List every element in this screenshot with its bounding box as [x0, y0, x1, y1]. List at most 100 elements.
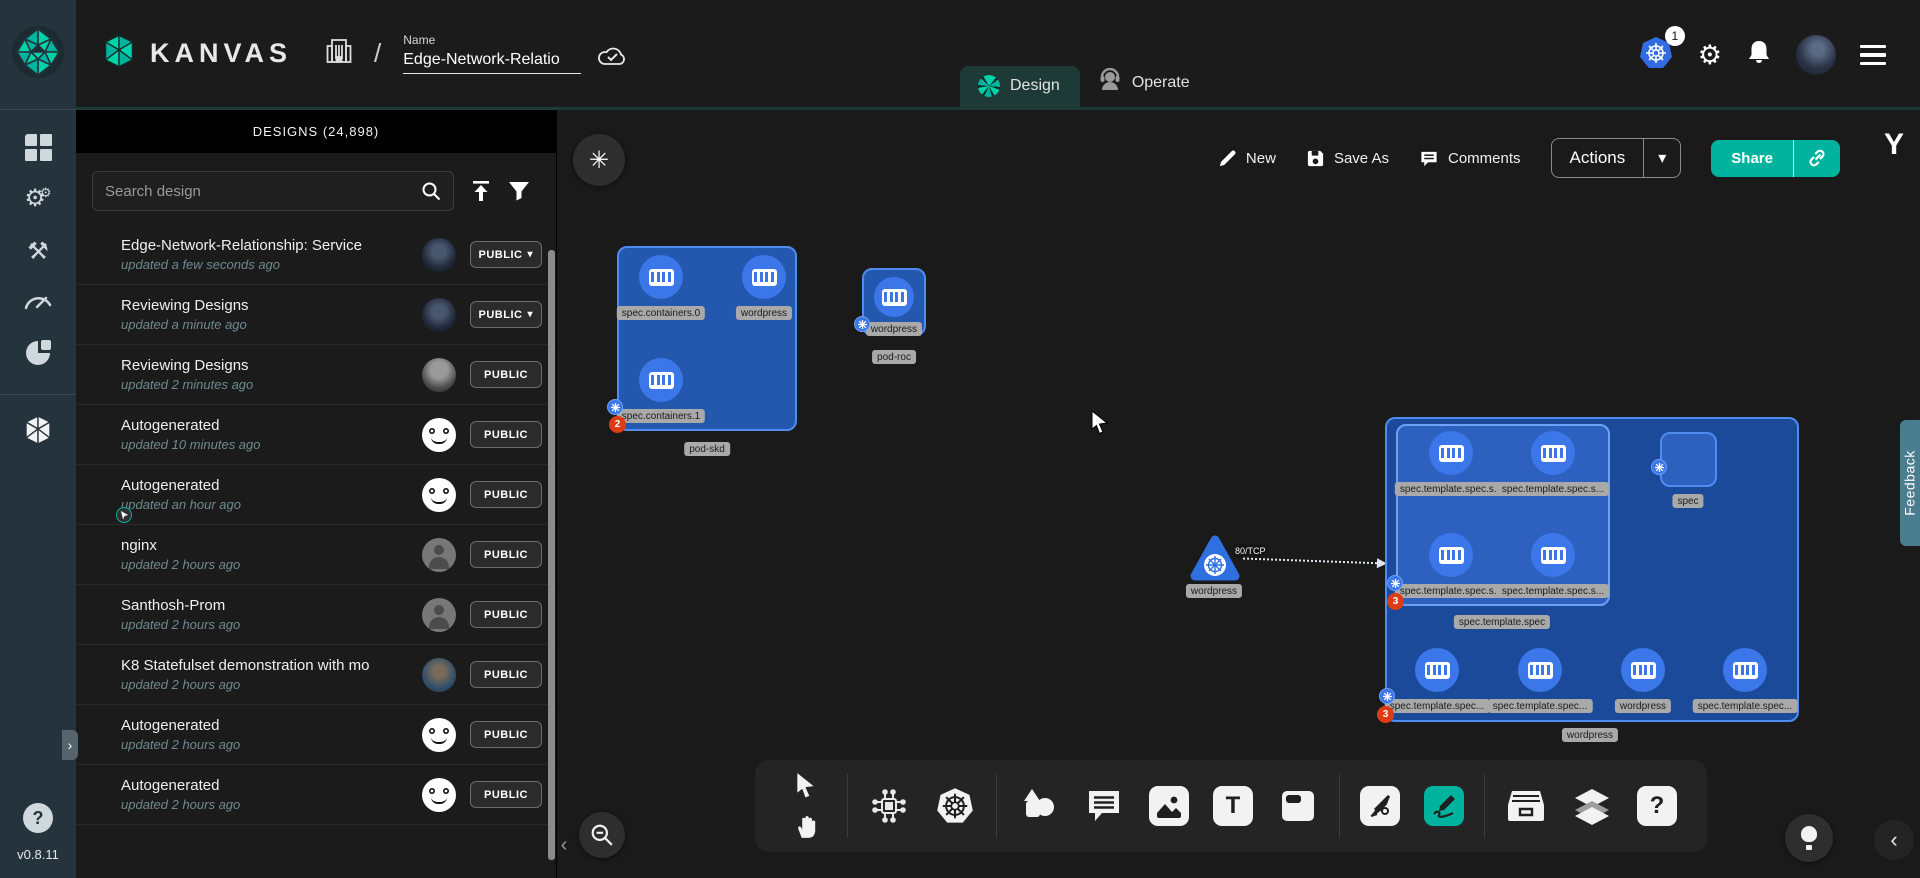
- design-row[interactable]: Santhosh-Prom updated 2 hours ago PUBLIC: [76, 585, 556, 645]
- design-canvas[interactable]: ✳ New Save As Comments: [557, 110, 1920, 878]
- node-container[interactable]: [639, 358, 683, 402]
- node-container[interactable]: [1621, 648, 1665, 692]
- collapse-panel-button[interactable]: ‹: [557, 828, 571, 862]
- help-button[interactable]: ?: [23, 803, 53, 833]
- note-tool-button[interactable]: [1277, 785, 1319, 827]
- design-updated: updated 2 hours ago: [121, 677, 422, 692]
- user-avatar[interactable]: [1796, 35, 1836, 75]
- error-count-badge[interactable]: 3: [1377, 706, 1394, 723]
- node-spec[interactable]: [1660, 432, 1717, 487]
- node-label: wordpress: [736, 306, 792, 320]
- design-title: Autogenerated: [121, 777, 422, 794]
- shapes-tool-button[interactable]: [1017, 785, 1059, 827]
- canvas-tools-toolbar: T: [755, 760, 1707, 852]
- design-row[interactable]: Autogenerated updated 2 hours ago PUBLIC: [76, 765, 556, 825]
- pan-tool-button[interactable]: [785, 812, 827, 842]
- tab-design[interactable]: Design: [960, 66, 1080, 107]
- node-container[interactable]: [874, 277, 914, 317]
- collapse-right-button[interactable]: ‹: [1874, 820, 1914, 860]
- zoom-control-button[interactable]: [579, 812, 625, 858]
- drawer-tool-button[interactable]: [1505, 785, 1547, 827]
- comments-label: Comments: [1448, 150, 1521, 167]
- feedback-button[interactable]: Feedback: [1900, 420, 1920, 546]
- error-count-badge[interactable]: 2: [609, 416, 626, 433]
- visibility-chip[interactable]: PUBLIC▾: [470, 241, 542, 268]
- question-icon: ?: [1650, 792, 1665, 820]
- copy-link-button[interactable]: [1793, 140, 1840, 177]
- brand[interactable]: KANVAS: [100, 33, 292, 74]
- comment-tool-button[interactable]: [1083, 785, 1125, 827]
- vector-pen-tool-button[interactable]: [1360, 786, 1400, 826]
- node-container[interactable]: [742, 255, 786, 299]
- design-row[interactable]: Reviewing Designs updated a minute ago P…: [76, 285, 556, 345]
- tools-help-button[interactable]: ?: [1637, 786, 1677, 826]
- k8s-context-switcher[interactable]: 1: [1638, 35, 1674, 76]
- design-search-input[interactable]: [105, 183, 421, 200]
- meshery-logo-icon[interactable]: [11, 25, 65, 84]
- cloud-saved-icon: [597, 45, 627, 72]
- node-container[interactable]: [1723, 648, 1767, 692]
- canvas-menu-button[interactable]: ✳: [573, 134, 625, 186]
- design-row[interactable]: Autogenerated updated an hour ago PUBLIC: [76, 465, 556, 525]
- node-container[interactable]: [1518, 648, 1562, 692]
- actions-caret-button[interactable]: ▾: [1643, 139, 1680, 177]
- scribble-pencil-icon: [1431, 793, 1457, 819]
- node-container[interactable]: [1531, 431, 1575, 475]
- design-row[interactable]: Reviewing Designs updated 2 minutes ago …: [76, 345, 556, 405]
- tab-operate[interactable]: Operate: [1080, 59, 1210, 107]
- design-row[interactable]: Edge-Network-Relationship: Service updat…: [76, 225, 556, 285]
- node-container[interactable]: [1415, 648, 1459, 692]
- comments-button[interactable]: Comments: [1419, 149, 1521, 168]
- sidebar-item-extensions[interactable]: [21, 340, 55, 370]
- filter-button[interactable]: [508, 181, 530, 201]
- node-label: spec.containers.0: [617, 306, 705, 320]
- design-row[interactable]: Autogenerated updated 2 hours ago PUBLIC: [76, 705, 556, 765]
- freehand-draw-tool-button[interactable]: [1424, 786, 1464, 826]
- kubernetes-tool-button[interactable]: [934, 785, 976, 827]
- share-button[interactable]: Share: [1711, 140, 1793, 177]
- tools-icon: ⚒: [27, 237, 49, 266]
- sidebar-expand-button[interactable]: ›: [62, 730, 78, 760]
- sidebar-item-performance[interactable]: [21, 288, 55, 318]
- sidebar-item-lifecycle[interactable]: ⚙ ⚙: [21, 184, 55, 214]
- validator-icon[interactable]: Y: [1884, 128, 1904, 162]
- menu-button[interactable]: [1860, 45, 1886, 66]
- actions-button[interactable]: Actions: [1552, 139, 1644, 177]
- settings-button[interactable]: ⚙: [1698, 42, 1722, 69]
- save-as-button[interactable]: Save As: [1306, 149, 1389, 168]
- text-tool-button[interactable]: T: [1213, 786, 1253, 826]
- hand-icon: [793, 814, 819, 840]
- node-container[interactable]: [1429, 431, 1473, 475]
- search-icon: [421, 181, 441, 201]
- notifications-button[interactable]: [1746, 39, 1772, 72]
- components-tool-button[interactable]: [868, 785, 910, 827]
- sidebar-item-configuration[interactable]: ⚒: [21, 236, 55, 266]
- sidebar-item-dashboard[interactable]: [21, 132, 55, 162]
- organization-icon[interactable]: [326, 37, 352, 70]
- design-row[interactable]: Autogenerated updated 10 minutes ago PUB…: [76, 405, 556, 465]
- select-tool-button[interactable]: [785, 770, 827, 800]
- node-label: pod-roc: [872, 350, 916, 364]
- sidebar-item-kanvas[interactable]: [21, 417, 55, 447]
- error-count-badge[interactable]: 3: [1387, 593, 1404, 610]
- visibility-chip: PUBLIC: [470, 781, 542, 808]
- k8s-context-count-badge: 1: [1665, 26, 1685, 46]
- shapes-icon: [1018, 787, 1058, 825]
- layers-tool-button[interactable]: [1571, 785, 1613, 827]
- design-row[interactable]: K8 Statefulset demonstration with mo upd…: [76, 645, 556, 705]
- guided-tour-button[interactable]: [1785, 814, 1833, 862]
- image-tool-button[interactable]: [1149, 786, 1189, 826]
- node-container[interactable]: [1531, 533, 1575, 577]
- design-updated: updated 2 hours ago: [121, 617, 422, 632]
- visibility-chip[interactable]: PUBLIC▾: [470, 301, 542, 328]
- design-updated: updated 2 hours ago: [121, 797, 422, 812]
- design-name-input[interactable]: [403, 49, 581, 74]
- designs-scrollbar[interactable]: [548, 250, 555, 860]
- node-container[interactable]: [639, 255, 683, 299]
- node-service-wordpress[interactable]: [1189, 534, 1241, 587]
- node-container[interactable]: [1429, 533, 1473, 577]
- new-button[interactable]: New: [1218, 149, 1276, 168]
- import-design-button[interactable]: [470, 180, 492, 202]
- pencil-icon: [1218, 149, 1237, 168]
- design-row[interactable]: nginx updated 2 hours ago PUBLIC: [76, 525, 556, 585]
